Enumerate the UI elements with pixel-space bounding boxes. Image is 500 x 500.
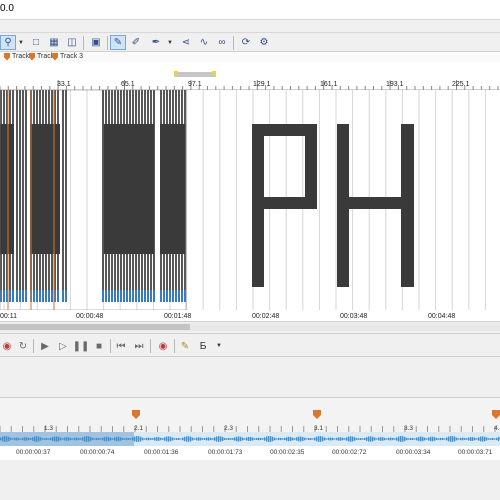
edit-toolbar: ⚲ ▼ □ ▦ ◫ ▣ ✎ ✐ ✒ ▼ ⋖ ∿ ∞ ⟳ ⚙ xyxy=(0,32,500,52)
ph-pattern xyxy=(252,124,414,287)
trimmer-ruler-label: 1.3 xyxy=(44,425,54,432)
empty-panel-area xyxy=(0,357,500,397)
record-icon[interactable]: ◉ xyxy=(0,339,14,353)
draw-tool-icon[interactable]: ✎ xyxy=(110,35,126,50)
marker-2[interactable]: Track xyxy=(29,52,54,61)
timecode-label: 00:11 xyxy=(0,313,17,320)
go-to-start-icon[interactable]: ⏮ xyxy=(114,339,128,353)
ruler-label: 129.1 xyxy=(253,81,271,88)
scrollbar-thumb[interactable] xyxy=(0,324,190,330)
trimmer-markers[interactable] xyxy=(0,410,500,422)
grid-snap-icon[interactable]: ▣ xyxy=(88,35,104,50)
trimmer-footer xyxy=(0,460,500,500)
pause-icon[interactable]: ❚❚ xyxy=(73,339,90,353)
ruler-label: 225.1 xyxy=(452,81,470,88)
track-timeline[interactable]: PH xyxy=(0,90,500,310)
trimmer-ruler-label: 3.1 xyxy=(314,425,324,432)
ruler-ticks xyxy=(0,80,499,90)
dropdown-arrow-icon[interactable]: ▼ xyxy=(166,35,174,50)
dropdown-arrow-icon[interactable]: ▼ xyxy=(17,35,25,50)
metronome-icon[interactable]: Ƃ xyxy=(196,339,210,353)
ruler-label: 97.1 xyxy=(188,81,202,88)
play-icon[interactable]: ▷ xyxy=(56,339,70,353)
timecode-label: 00:02:48 xyxy=(252,313,280,320)
ruler-label: 193.1 xyxy=(386,81,404,88)
timecode-label: 00:00:48 xyxy=(76,313,104,320)
auto-crossfade-icon[interactable]: ◫ xyxy=(64,35,80,50)
record-arm-icon[interactable]: ◉ xyxy=(156,339,170,353)
timecode-label: 00:03:48 xyxy=(340,313,368,320)
ruler-label: 65.1 xyxy=(121,81,135,88)
waveform-canvas xyxy=(0,432,500,446)
envelope-edit-icon[interactable]: ✒ xyxy=(148,35,164,50)
settings-icon[interactable]: ∞ xyxy=(214,35,230,50)
trimmer-ruler-label: 2.3 xyxy=(224,425,234,432)
stop-icon[interactable]: ■ xyxy=(92,339,106,353)
ruler-label: 33.1 xyxy=(57,81,71,88)
settings-icon[interactable]: ⚙ xyxy=(256,35,272,50)
pencil-icon[interactable]: ✐ xyxy=(128,35,144,50)
marker-3[interactable]: Track 3 xyxy=(52,52,83,61)
trimmer-ruler-label: 2.1 xyxy=(134,425,144,432)
trimmer-timecode: 00:00:01:36 xyxy=(144,449,179,456)
ruler-label: 161.1 xyxy=(320,81,338,88)
zoom-select-icon[interactable]: ⚲ xyxy=(0,35,16,50)
trimmer-timecode: 00:00:03:34 xyxy=(396,449,431,456)
trimmer-timecode: 00:00:02:72 xyxy=(332,449,367,456)
snap-icon[interactable]: ⟳ xyxy=(238,35,254,50)
trimmer-ruler-label: 3.3 xyxy=(404,425,414,432)
beat-ruler[interactable]: 33.1 65.1 97.1 129.1 161.1 193.1 225.1 xyxy=(0,62,500,90)
split-icon[interactable]: ⋖ xyxy=(178,35,194,50)
timecode-label: 00:01:48 xyxy=(164,313,192,320)
event-pan-icon[interactable]: ▦ xyxy=(46,35,62,50)
horizontal-scrollbar[interactable] xyxy=(0,323,500,331)
trimmer-timecode: 00:00:00:37 xyxy=(16,449,51,456)
trimmer-timecode: 00:00:01:73 xyxy=(208,449,243,456)
loop-region-bar[interactable] xyxy=(174,71,216,77)
timeline-canvas xyxy=(0,90,486,310)
trimmer-timecode: 00:00:02:35 xyxy=(270,449,305,456)
trimmer-timecode: 00:00:03:71 xyxy=(458,449,493,456)
go-to-end-icon[interactable]: ⏭ xyxy=(132,339,146,353)
transport-bar: ◉ ↻ ▶ ▷ ❚❚ ■ ⏮ ⏭ ◉ ✎ Ƃ ▼ xyxy=(0,333,500,357)
trimmer-timecodes: 00:00:00:37 00:00:00:74 00:00:01:36 00:0… xyxy=(0,446,500,460)
trimmer-waveform[interactable] xyxy=(0,432,500,446)
marker-bar: Track Track Track 3 xyxy=(0,52,500,62)
loop-icon[interactable]: ↻ xyxy=(16,339,30,353)
title-bar: 0.0 xyxy=(0,0,500,20)
envelope-icon[interactable]: □ xyxy=(28,35,44,50)
mixer-icon[interactable]: ✎ xyxy=(178,339,192,353)
timecode-ruler: 00:11 00:00:48 00:01:48 00:02:48 00:03:4… xyxy=(0,310,500,322)
trimmer-ruler-label: 4. xyxy=(494,425,500,432)
loop-icon[interactable]: ∿ xyxy=(196,35,212,50)
marker-1[interactable]: Track xyxy=(4,52,29,61)
dropdown-arrow-icon[interactable]: ▼ xyxy=(212,339,226,353)
window-title: 0.0 xyxy=(0,3,14,14)
play-from-start-icon[interactable]: ▶ xyxy=(38,339,52,353)
timecode-label: 00:04:48 xyxy=(428,313,456,320)
trimmer-timecode: 00:00:00:74 xyxy=(80,449,115,456)
